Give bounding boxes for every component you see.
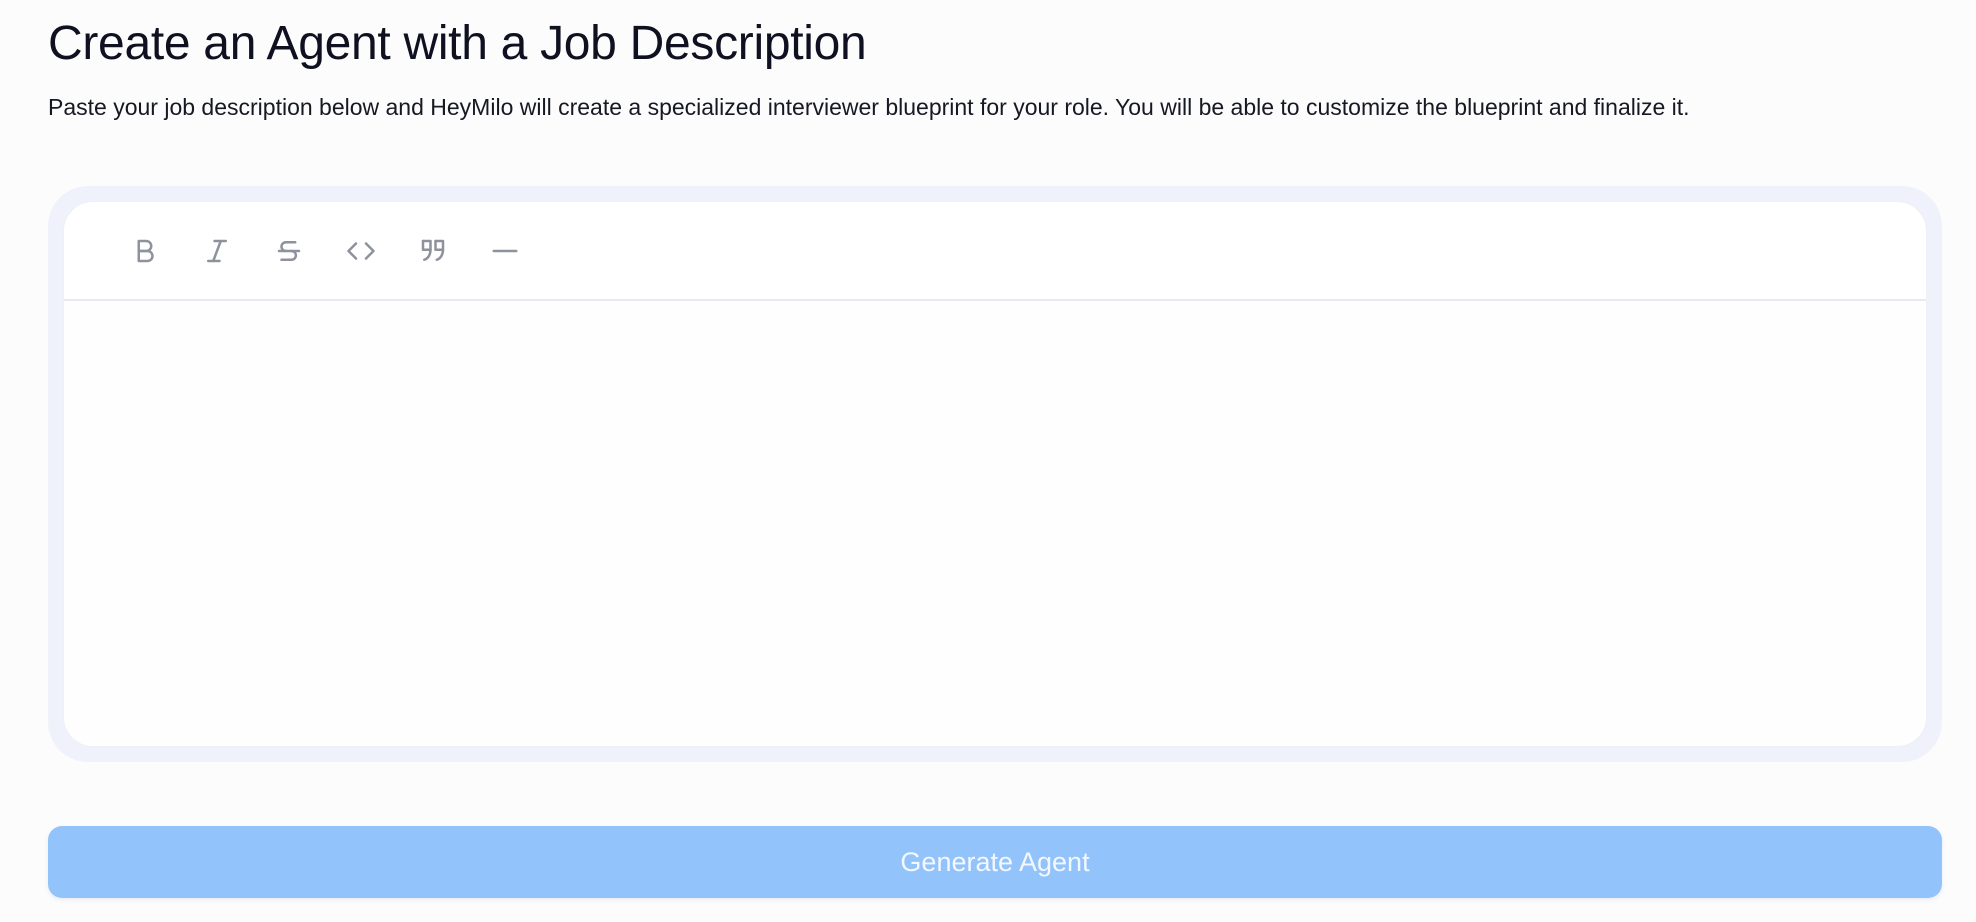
- code-icon: [347, 241, 375, 260]
- editor-toolbar: [64, 202, 1926, 301]
- italic-icon: [207, 239, 227, 262]
- bold-icon: [137, 239, 154, 262]
- horizontal-rule-icon: [492, 249, 518, 252]
- bold-button[interactable]: [109, 223, 181, 279]
- page-description: Paste your job description below and Hey…: [48, 94, 1690, 120]
- page-title: Create an Agent with a Job Description: [48, 17, 867, 70]
- job-description-input[interactable]: [64, 301, 1926, 746]
- quote-icon: [421, 239, 445, 261]
- blockquote-button[interactable]: [397, 223, 469, 279]
- job-description-editor-frame: [48, 186, 1942, 762]
- italic-button[interactable]: [181, 223, 253, 279]
- strikethrough-icon: [277, 240, 301, 261]
- generate-agent-button[interactable]: Generate Agent: [48, 826, 1942, 898]
- strikethrough-button[interactable]: [253, 223, 325, 279]
- job-description-editor: [63, 201, 1927, 747]
- code-button[interactable]: [325, 223, 397, 279]
- horizontal-rule-button[interactable]: [469, 223, 541, 279]
